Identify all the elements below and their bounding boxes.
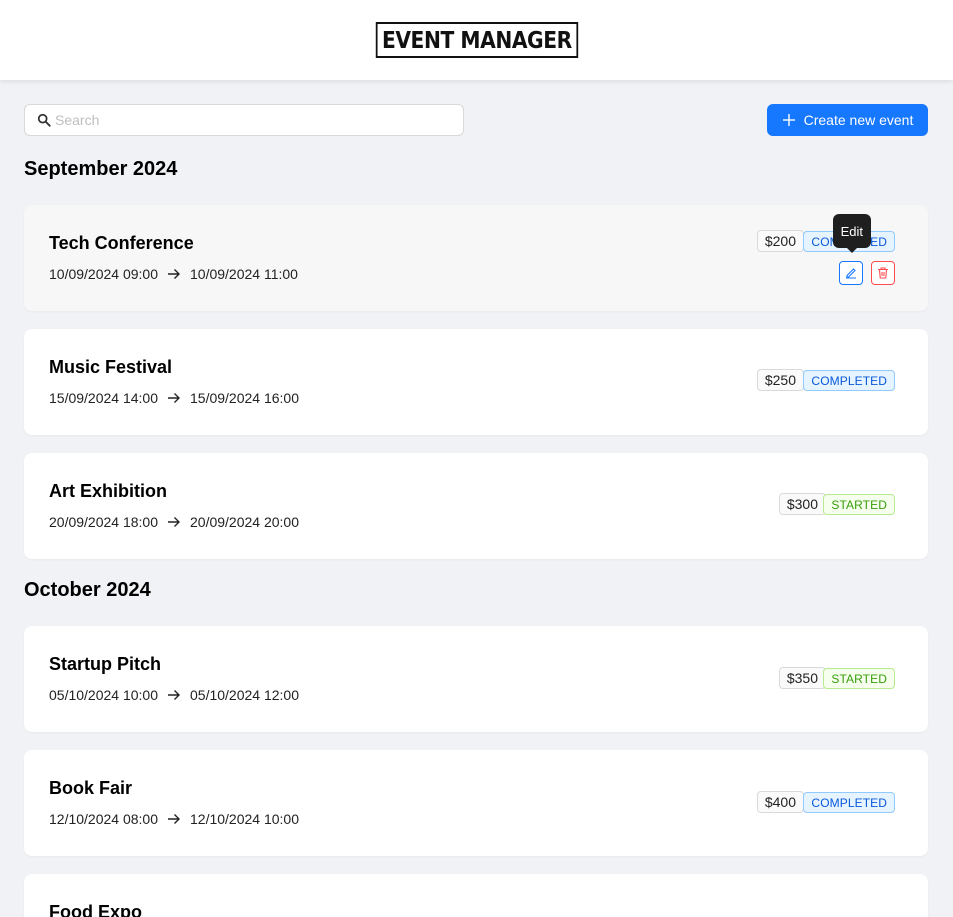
event-dates: 15/09/2024 14:00 15/09/2024 16:00 bbox=[49, 390, 299, 406]
event-start: 15/09/2024 14:00 bbox=[49, 390, 158, 406]
event-dates: 05/10/2024 10:00 05/10/2024 12:00 bbox=[49, 687, 299, 703]
app-header: EVENT MANAGER bbox=[0, 0, 953, 80]
event-card[interactable]: Startup Pitch 05/10/2024 10:00 05/10/202… bbox=[24, 626, 928, 732]
event-end: 05/10/2024 12:00 bbox=[190, 687, 299, 703]
status-badge: COMPLETED bbox=[803, 792, 895, 813]
event-title: Art Exhibition bbox=[49, 481, 167, 501]
event-card[interactable]: Food Expo bbox=[24, 874, 928, 917]
price-tag: $300 bbox=[778, 493, 826, 515]
status-badge: STARTED bbox=[823, 668, 895, 689]
event-end: 10/09/2024 11:00 bbox=[190, 266, 298, 282]
month-heading: October 2024 bbox=[24, 579, 151, 601]
event-dates: 20/09/2024 18:00 20/09/2024 20:00 bbox=[49, 514, 299, 530]
status-badge: STARTED bbox=[823, 494, 895, 515]
arrow-right-icon bbox=[168, 690, 180, 700]
month-heading: September 2024 bbox=[24, 158, 178, 180]
event-card[interactable]: Art Exhibition 20/09/2024 18:00 20/09/20… bbox=[24, 453, 928, 559]
event-title: Tech Conference bbox=[49, 233, 194, 253]
event-end: 15/09/2024 16:00 bbox=[190, 390, 299, 406]
event-title: Food Expo bbox=[49, 902, 142, 917]
price-tag: $350 bbox=[778, 667, 826, 689]
event-title: Music Festival bbox=[49, 357, 173, 377]
status-badge: COMPLETED bbox=[803, 370, 895, 391]
event-title: Book Fair bbox=[49, 778, 133, 798]
price-tag: $200 bbox=[756, 230, 804, 252]
toolbar: Create new event bbox=[24, 104, 928, 136]
arrow-right-icon bbox=[168, 269, 180, 279]
price-tag: $400 bbox=[756, 791, 804, 813]
event-start: 12/10/2024 08:00 bbox=[49, 811, 158, 827]
app-logo[interactable]: EVENT MANAGER bbox=[375, 22, 578, 58]
event-start: 05/10/2024 10:00 bbox=[49, 687, 158, 703]
create-event-button[interactable]: Create new event bbox=[767, 104, 928, 136]
event-card[interactable]: Book Fair 12/10/2024 08:00 12/10/2024 10… bbox=[24, 750, 928, 856]
edit-tooltip: Edit bbox=[832, 214, 871, 253]
event-dates: 10/09/2024 09:00 10/09/2024 11:00 bbox=[49, 266, 298, 282]
arrow-right-icon bbox=[168, 517, 180, 527]
trash-icon bbox=[878, 267, 888, 279]
event-card[interactable]: Music Festival 15/09/2024 14:00 15/09/20… bbox=[24, 329, 928, 435]
arrow-right-icon bbox=[168, 393, 180, 403]
event-start: 20/09/2024 18:00 bbox=[49, 514, 158, 530]
edit-button[interactable] bbox=[839, 261, 863, 285]
event-title: Startup Pitch bbox=[49, 654, 162, 674]
event-dates: 12/10/2024 08:00 12/10/2024 10:00 bbox=[49, 811, 299, 827]
price-tag: $250 bbox=[756, 369, 804, 391]
event-card[interactable]: Tech Conference 10/09/2024 09:00 10/09/2… bbox=[24, 205, 928, 311]
event-start: 10/09/2024 09:00 bbox=[49, 266, 158, 282]
delete-button[interactable] bbox=[871, 261, 895, 285]
edit-icon bbox=[846, 268, 856, 279]
search-input[interactable] bbox=[55, 112, 435, 128]
plus-icon bbox=[782, 114, 795, 126]
arrow-right-icon bbox=[168, 814, 180, 824]
search-box[interactable] bbox=[24, 104, 464, 136]
create-event-label: Create new event bbox=[803, 112, 914, 128]
search-icon bbox=[37, 113, 51, 127]
event-end: 12/10/2024 10:00 bbox=[190, 811, 299, 827]
event-end: 20/09/2024 20:00 bbox=[190, 514, 299, 530]
